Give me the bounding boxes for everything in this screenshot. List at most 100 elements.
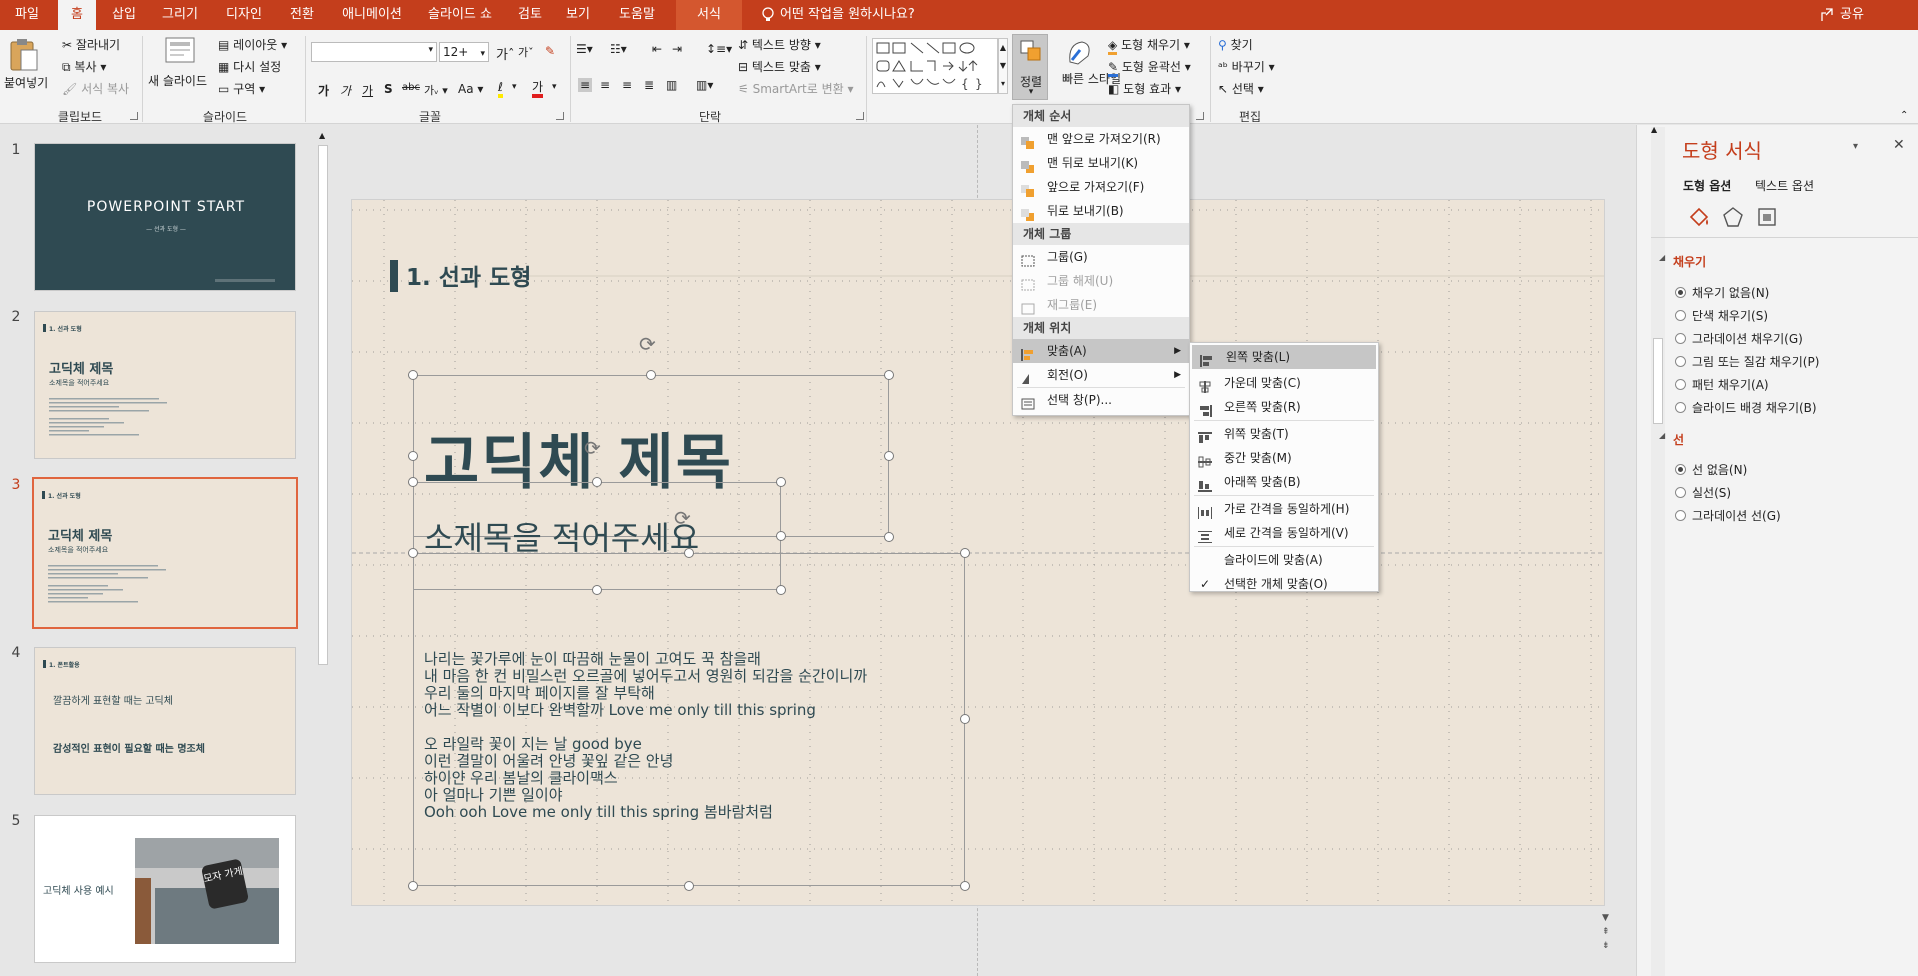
close-icon[interactable]: ✕ xyxy=(1893,137,1905,153)
tab-draw[interactable]: 그리기 xyxy=(154,0,206,30)
resize-handle[interactable] xyxy=(884,532,894,542)
line-section-header[interactable]: ◢ 선 xyxy=(1655,431,1684,448)
tab-review[interactable]: 검토 xyxy=(512,0,548,30)
slide-thumbnail-1[interactable]: POWERPOINT START — 선과 도형 — xyxy=(34,143,296,291)
slide-thumbnail-5[interactable]: 고딕체 사용 예시 모자 가게 xyxy=(34,815,296,963)
scroll-up-arrow-icon[interactable]: ▲ xyxy=(1651,125,1657,134)
resize-handle[interactable] xyxy=(408,451,418,461)
layout-button[interactable]: ▤ 레이아웃 ▾ xyxy=(218,36,287,53)
align-selected-objects-item[interactable]: ✓ 선택한 개체 맞춤(O) xyxy=(1190,572,1378,596)
font-name-combo[interactable]: ▾ xyxy=(311,42,437,62)
justify-icon[interactable]: ≣ xyxy=(644,78,654,92)
fill-line-icon[interactable] xyxy=(1687,205,1711,229)
shadow-icon[interactable]: S xyxy=(384,82,393,96)
line-spacing-icon[interactable]: ↕≡▾ xyxy=(706,42,732,56)
regroup-item[interactable]: 재그룹(E) xyxy=(1013,293,1189,317)
grow-font-icon[interactable]: 가ˆ xyxy=(496,44,514,63)
distribute-vertically-item[interactable]: 세로 간격을 동일하게(V) xyxy=(1190,521,1378,545)
clipboard-launcher[interactable] xyxy=(130,112,138,120)
send-backward-item[interactable]: 뒤로 보내기(B) xyxy=(1013,199,1189,223)
font-color-icon[interactable]: 가 xyxy=(532,80,544,98)
selection-pane-item[interactable]: 선택 창(P)... xyxy=(1013,388,1189,412)
resize-handle[interactable] xyxy=(408,477,418,487)
resize-handle[interactable] xyxy=(960,714,970,724)
columns-icon[interactable]: ▥▾ xyxy=(696,78,713,92)
resize-handle[interactable] xyxy=(776,585,786,595)
rotate-handle-icon[interactable]: ⟳ xyxy=(639,332,656,356)
rotate-handle-icon[interactable]: ⟳ xyxy=(674,506,691,530)
bullets-icon[interactable]: ☰▾ xyxy=(576,42,593,56)
strikethrough-icon[interactable]: abc xyxy=(402,82,420,93)
align-right-icon[interactable]: ≡ xyxy=(622,78,632,92)
effects-pentagon-icon[interactable] xyxy=(1721,205,1745,229)
section-button[interactable]: ▭ 구역 ▾ xyxy=(218,80,265,97)
fill-option-solid[interactable]: 단색 채우기(S) xyxy=(1675,305,1915,328)
select-button[interactable]: ↖ 선택 ▾ xyxy=(1218,80,1264,97)
tab-design[interactable]: 디자인 xyxy=(216,0,272,30)
tab-file[interactable]: 파일 xyxy=(0,0,54,30)
scroll-up-icon[interactable]: ▲ xyxy=(319,131,325,140)
clear-format-icon[interactable]: ✎ xyxy=(545,44,555,58)
distributed-icon[interactable]: ▥ xyxy=(666,78,677,92)
ungroup-item[interactable]: 그룹 해제(U) xyxy=(1013,269,1189,293)
slide-thumbnail-3[interactable]: 1. 선과 도형 고딕체 제목 소제목을 적어주세요 xyxy=(32,477,298,629)
tab-view[interactable]: 보기 xyxy=(560,0,596,30)
tab-help[interactable]: 도움말 xyxy=(612,0,662,30)
align-to-slide-item[interactable]: 슬라이드에 맞춤(A) xyxy=(1190,548,1378,572)
align-center-icon[interactable]: ≡ xyxy=(600,78,610,92)
increase-indent-icon[interactable]: ⇥ xyxy=(672,42,682,56)
resize-handle[interactable] xyxy=(776,531,786,541)
align-text-button[interactable]: ⊟ 텍스트 맞춤 ▾ xyxy=(738,58,821,75)
tab-insert[interactable]: 삽입 xyxy=(104,0,144,30)
resize-handle[interactable] xyxy=(592,585,602,595)
line-option-none[interactable]: 선 없음(N) xyxy=(1675,459,1915,482)
fill-section-header[interactable]: ◢ 채우기 xyxy=(1655,253,1706,270)
align-middle-item[interactable]: 중간 맞춤(M) xyxy=(1190,446,1378,470)
align-bottom-item[interactable]: 아래쪽 맞춤(B) xyxy=(1190,470,1378,494)
resize-handle[interactable] xyxy=(684,881,694,891)
shrink-font-icon[interactable]: 가ˇ xyxy=(518,44,534,60)
resize-handle[interactable] xyxy=(408,370,418,380)
fill-option-picture[interactable]: 그림 또는 질감 채우기(P) xyxy=(1675,351,1915,374)
share-button[interactable]: 공유 xyxy=(1840,0,1864,30)
canvas-scroll-thumb[interactable] xyxy=(1653,338,1663,424)
tell-me-search[interactable]: 어떤 작업을 원하시나요? xyxy=(780,0,915,30)
italic-icon[interactable]: 가 xyxy=(340,82,351,99)
fill-option-none[interactable]: 채우기 없음(N) xyxy=(1675,282,1915,305)
align-top-item[interactable]: 위쪽 맞춤(T) xyxy=(1190,422,1378,446)
bring-forward-item[interactable]: 앞으로 가져오기(F) xyxy=(1013,175,1189,199)
thumbnail-scrollbar[interactable]: ▲ xyxy=(316,129,330,976)
resize-handle[interactable] xyxy=(408,881,418,891)
new-slide-icon[interactable] xyxy=(162,36,198,66)
resize-handle[interactable] xyxy=(884,370,894,380)
decrease-indent-icon[interactable]: ⇤ xyxy=(652,42,662,56)
resize-handle[interactable] xyxy=(408,548,418,558)
rotate-handle-icon[interactable]: ⟳ xyxy=(584,436,601,460)
resize-handle[interactable] xyxy=(960,881,970,891)
resize-handle[interactable] xyxy=(776,477,786,487)
size-properties-icon[interactable] xyxy=(1755,205,1779,229)
change-case-icon[interactable]: Aa ▾ xyxy=(458,82,483,96)
line-option-gradient[interactable]: 그라데이션 선(G) xyxy=(1675,505,1915,528)
shape-effects-button[interactable]: ◧ 도형 효과 ▾ xyxy=(1108,80,1181,97)
chevron-down-icon[interactable]: ▾ xyxy=(512,82,517,92)
align-left-icon[interactable]: ≡ xyxy=(578,78,593,92)
tab-animations[interactable]: 애니메이션 xyxy=(334,0,410,30)
scroll-thumb[interactable] xyxy=(318,145,328,665)
arrange-button[interactable]: 정렬 ▾ xyxy=(1012,34,1048,100)
align-center-item[interactable]: 가운데 맞춤(C) xyxy=(1190,371,1378,395)
align-left-item[interactable]: 왼쪽 맞춤(L) xyxy=(1192,345,1376,369)
pane-options-icon[interactable]: ▾ xyxy=(1853,141,1858,152)
shape-fill-button[interactable]: ◈ 도형 채우기 ▾ xyxy=(1108,36,1190,55)
char-spacing-icon[interactable]: 가ᵥ ▾ xyxy=(424,82,448,98)
quick-styles-icon[interactable] xyxy=(1064,38,1094,68)
bring-to-front-item[interactable]: 맨 앞으로 가져오기(R) xyxy=(1013,127,1189,151)
copy-button[interactable]: ⧉ 복사 ▾ xyxy=(62,58,106,75)
send-to-back-item[interactable]: 맨 뒤로 보내기(K) xyxy=(1013,151,1189,175)
canvas-scroll-controls[interactable]: ▼ ⇞ ⇟ xyxy=(1602,911,1614,953)
paste-icon[interactable] xyxy=(8,38,40,74)
paste-button[interactable]: 붙여넣기 xyxy=(4,74,48,91)
resize-handle[interactable] xyxy=(592,477,602,487)
tab-shape-options[interactable]: 도형 옵션 xyxy=(1653,177,1731,194)
tab-text-options[interactable]: 텍스트 옵션 xyxy=(1725,177,1814,194)
